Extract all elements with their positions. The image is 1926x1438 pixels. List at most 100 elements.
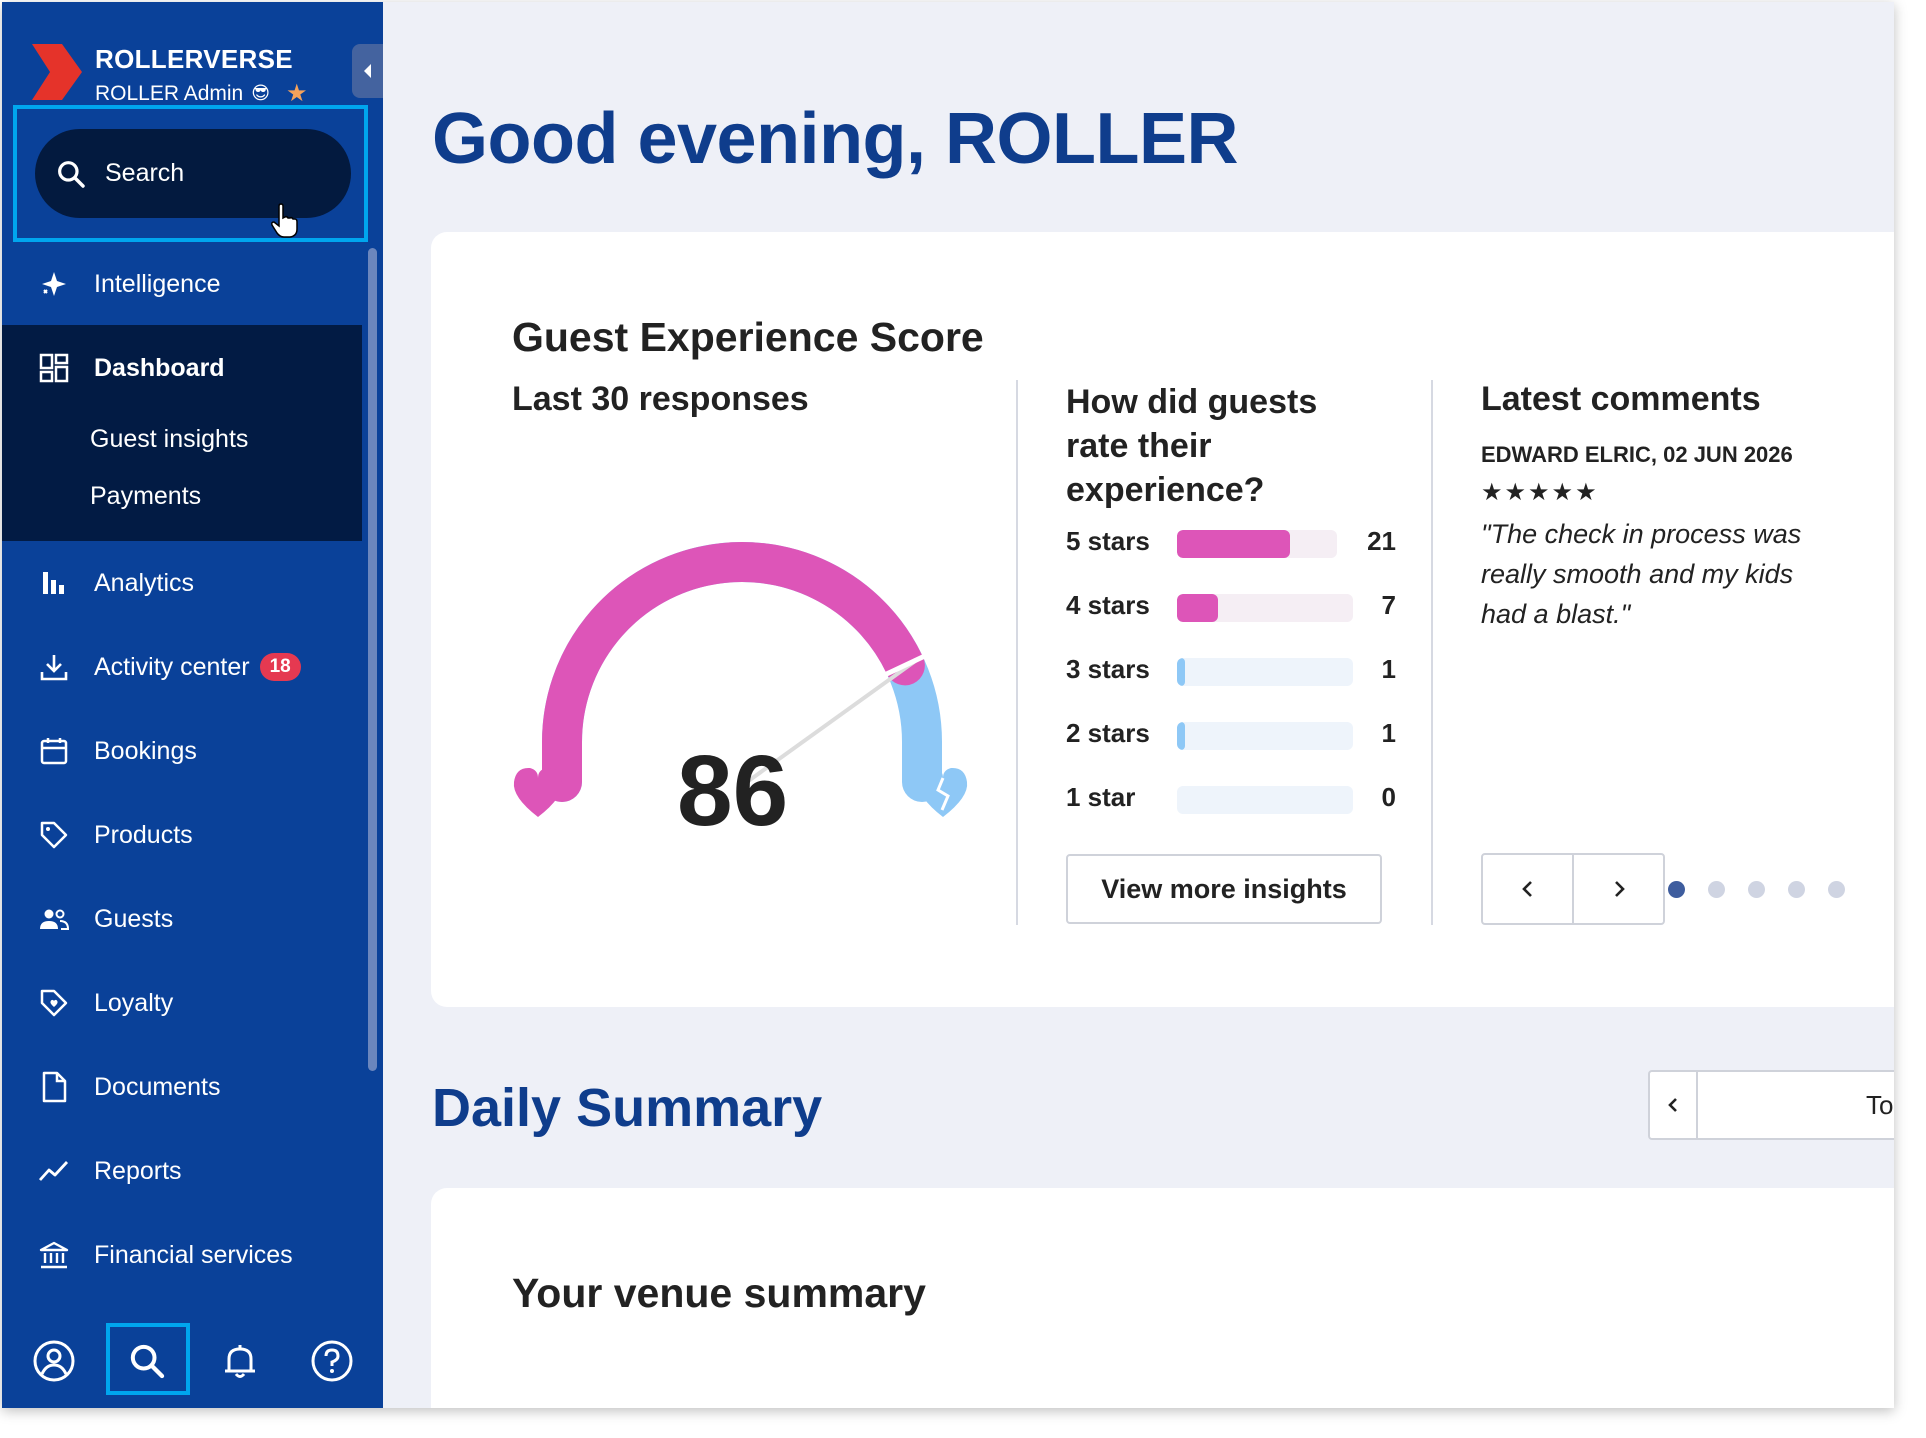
account-switcher[interactable]: ROLLER Admin 😎 ★ <box>95 79 308 108</box>
carousel-dot[interactable] <box>1748 881 1765 898</box>
tag-icon <box>37 818 71 852</box>
venue-summary-title: Your venue summary <box>512 1270 926 1316</box>
collapse-sidebar-button[interactable] <box>352 44 383 98</box>
rating-row: 5 stars 21 <box>1066 526 1396 558</box>
rating-bar-fill <box>1177 722 1185 750</box>
rating-count: 7 <box>1381 590 1396 620</box>
rating-count: 21 <box>1367 526 1396 556</box>
guest-experience-subtitle: Last 30 responses <box>512 380 809 418</box>
bell-icon <box>225 1345 255 1378</box>
account-name: ROLLER Admin <box>95 81 244 105</box>
comment-pager <box>1481 853 1665 925</box>
account-button[interactable] <box>31 1338 77 1384</box>
sidebar-item-label: Loyalty <box>94 988 174 1017</box>
heart-icon <box>513 767 563 817</box>
sidebar-item-analytics[interactable]: Analytics <box>2 543 362 623</box>
chevron-right-icon <box>1614 881 1625 897</box>
app-window: ROLLERVERSE ROLLER Admin 😎 ★ Search Inte… <box>2 2 1894 1408</box>
next-comment-button[interactable] <box>1572 855 1663 923</box>
date-label[interactable]: To <box>1866 1090 1893 1121</box>
rating-row: 3 stars 1 <box>1066 654 1396 686</box>
search-icon <box>130 1344 165 1379</box>
help-button[interactable] <box>309 1338 355 1384</box>
sidebar-item-label: Financial services <box>94 1240 293 1269</box>
sidebar-item-guests[interactable]: Guests <box>2 879 362 959</box>
sidebar-item-label: Guests <box>94 904 174 933</box>
carousel-dot[interactable] <box>1668 881 1685 898</box>
activity-count-badge: 18 <box>259 653 301 681</box>
sunglasses-emoji-icon: 😎 <box>251 83 270 103</box>
comment-rating-stars: ★★★★★ <box>1481 479 1599 506</box>
rating-label: 4 stars <box>1066 590 1150 620</box>
sidebar-item-intelligence[interactable]: Intelligence <box>2 244 362 324</box>
carousel-dot[interactable] <box>1708 881 1725 898</box>
sidebar-item-financial-services[interactable]: Financial services <box>2 1215 362 1295</box>
sparkle-icon <box>37 267 71 301</box>
comment-author: EDWARD ELRIC, 02 JUN 2026 <box>1481 442 1793 467</box>
rating-label: 5 stars <box>1066 526 1150 556</box>
rating-bar-fill <box>1177 658 1185 686</box>
sidebar-item-label: Reports <box>94 1156 182 1185</box>
trend-line-icon <box>37 1154 71 1188</box>
chevron-left-icon <box>1668 1098 1677 1112</box>
sidebar-item-bookings[interactable]: Bookings <box>2 711 362 791</box>
notifications-button[interactable] <box>217 1338 263 1384</box>
bottom-search-button[interactable] <box>124 1338 170 1384</box>
document-icon <box>37 1070 71 1104</box>
sidebar: ROLLERVERSE ROLLER Admin 😎 ★ Search Inte… <box>2 2 383 1408</box>
people-icon <box>37 902 71 936</box>
sidebar-subitem-payments[interactable]: Payments <box>90 482 201 511</box>
carousel-dot[interactable] <box>1788 881 1805 898</box>
rating-row: 1 star 0 <box>1066 782 1396 814</box>
download-icon <box>37 650 71 684</box>
sidebar-item-documents[interactable]: Documents <box>2 1047 362 1127</box>
daily-summary-title: Daily Summary <box>432 1078 823 1138</box>
sidebar-scrollbar[interactable] <box>368 248 377 1071</box>
column-divider <box>1016 380 1018 925</box>
sidebar-item-label: Activity center <box>94 652 250 681</box>
sidebar-item-activity-center[interactable]: Activity center 18 <box>2 627 362 707</box>
sidebar-item-label: Analytics <box>94 568 195 597</box>
sidebar-item-label: Bookings <box>94 736 197 765</box>
guest-score-value: 86 <box>677 735 789 847</box>
guest-experience-title: Guest Experience Score <box>512 314 984 360</box>
latest-comments-title: Latest comments <box>1481 380 1761 418</box>
user-circle-icon <box>33 1340 75 1382</box>
rating-bar-track <box>1177 530 1337 558</box>
chevron-left-icon <box>363 64 371 78</box>
loyalty-tag-icon <box>37 986 71 1020</box>
brand-name: ROLLERVERSE <box>95 44 293 74</box>
rating-label: 2 stars <box>1066 718 1150 748</box>
rating-bar-track <box>1177 594 1353 622</box>
hand-cursor-icon <box>271 203 298 238</box>
carousel-dot[interactable] <box>1828 881 1845 898</box>
rating-bar-fill <box>1177 594 1218 622</box>
rating-count: 0 <box>1381 782 1396 812</box>
search-icon <box>58 160 85 188</box>
rating-bar-track <box>1177 786 1353 814</box>
calendar-icon <box>37 734 71 768</box>
sidebar-item-loyalty[interactable]: Loyalty <box>2 963 362 1043</box>
sidebar-item-label: Dashboard <box>94 353 225 382</box>
sidebar-item-products[interactable]: Products <box>2 795 362 875</box>
rating-label: 1 star <box>1066 782 1136 812</box>
ratings-title: How did guests rate their experience? <box>1066 383 1318 509</box>
sidebar-item-label: Intelligence <box>94 269 221 298</box>
column-divider <box>1431 380 1433 925</box>
search-button[interactable]: Search <box>35 129 351 218</box>
previous-comment-button[interactable] <box>1483 855 1572 923</box>
rating-row: 2 stars 1 <box>1066 718 1396 750</box>
broken-heart-icon <box>918 767 968 817</box>
sidebar-subitem-guest-insights[interactable]: Guest insights <box>90 425 248 454</box>
help-circle-icon <box>311 1340 353 1382</box>
view-more-insights-button[interactable]: View more insights <box>1066 854 1382 924</box>
previous-day-button[interactable] <box>1650 1072 1698 1138</box>
sidebar-item-reports[interactable]: Reports <box>2 1131 362 1211</box>
search-label: Search <box>105 159 185 187</box>
dashboard-grid-icon <box>37 351 71 385</box>
bank-icon <box>37 1238 71 1272</box>
rating-bar-fill <box>1177 530 1290 558</box>
sidebar-item-dashboard[interactable]: Dashboard <box>2 328 362 408</box>
page-greeting: Good evening, ROLLER <box>432 99 1239 179</box>
rating-count: 1 <box>1381 654 1396 684</box>
